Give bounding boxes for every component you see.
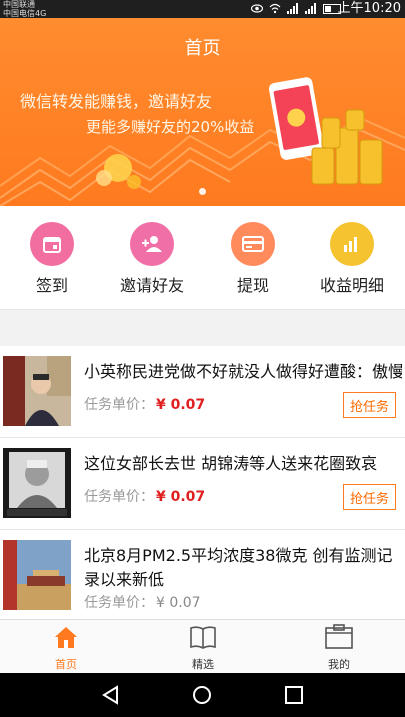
menu-label-checkin: 签到	[35, 276, 68, 295]
news-thumbnail	[3, 540, 71, 610]
carrier-info: 中国联通 中国电信4G	[3, 0, 46, 18]
tab-home[interactable]: 首页	[36, 624, 96, 672]
task-headline: 北京8月PM2.5平均浓度38微克 创有监测记录以来新低	[84, 546, 393, 589]
grab-task-button[interactable]: 抢任务	[343, 392, 396, 418]
tab-mine[interactable]: 我的	[309, 624, 369, 672]
menu-item-withdraw[interactable]: 提现	[203, 222, 303, 296]
news-thumbnail	[3, 356, 71, 426]
status-bar: 中国联通 中国电信4G 上午10:20	[0, 0, 405, 18]
price-value: ¥ 0.07	[156, 595, 201, 611]
quick-menu: 签到 邀请好友 提现 收益明细	[0, 206, 405, 310]
back-icon[interactable]	[101, 685, 121, 705]
price-label: 任务单价：	[84, 397, 154, 413]
task-price: 任务单价： ¥ 0.07	[84, 394, 205, 414]
list-item[interactable]: 北京8月PM2.5平均浓度38微克 创有监测记录以来新低 任务单价： ¥ 0.07	[0, 530, 405, 622]
price-value: ¥ 0.07	[156, 489, 206, 505]
price-value: ¥ 0.07	[156, 397, 206, 413]
grab-task-button[interactable]: 抢任务	[343, 484, 396, 510]
tab-label-mine: 我的	[328, 658, 350, 671]
tab-label-featured: 精选	[192, 658, 214, 671]
task-headline: 这位女部长去世 胡锦涛等人送来花圈致哀	[84, 454, 378, 473]
carousel-indicator[interactable]	[199, 188, 206, 195]
system-nav-bar	[0, 673, 405, 717]
task-list: 小英称民进党做不好就没人做得好遭酸：傲慢 任务单价： ¥ 0.07 抢任务 这位女…	[0, 346, 405, 622]
bottom-tab-bar: 首页 精选 我的	[0, 619, 405, 673]
task-headline: 小英称民进党做不好就没人做得好遭酸：傲慢	[84, 362, 402, 381]
bar-chart-icon	[330, 222, 374, 266]
menu-item-checkin[interactable]: 签到	[2, 222, 102, 296]
list-item[interactable]: 这位女部长去世 胡锦涛等人送来花圈致哀 任务单价： ¥ 0.07 抢任务	[0, 438, 405, 530]
clock: 上午10:20	[337, 1, 401, 16]
banner-subline: 更能多赚好友的20%收益	[86, 118, 255, 136]
menu-label-withdraw: 提现	[236, 276, 269, 295]
menu-item-invite[interactable]: 邀请好友	[102, 222, 202, 296]
task-price: 任务单价： ¥ 0.07	[84, 486, 205, 506]
status-icons	[251, 3, 341, 14]
signal-icon-2	[305, 3, 316, 14]
carrier-line-1: 中国联通	[3, 0, 35, 9]
tab-label-home: 首页	[55, 658, 77, 671]
price-label: 任务单价：	[84, 595, 154, 611]
book-icon	[190, 626, 216, 649]
menu-label-invite: 邀请好友	[119, 276, 184, 295]
card-icon	[231, 222, 275, 266]
signal-icon	[287, 3, 298, 14]
recents-icon[interactable]	[284, 685, 304, 705]
eye-icon	[251, 4, 263, 13]
promo-banner[interactable]: 首页 微信转发能赚钱，邀请好友 更能多赚好友的20%收益	[0, 18, 405, 206]
task-price: 任务单价： ¥ 0.07	[84, 592, 201, 612]
wifi-icon	[269, 3, 281, 14]
banner-headline: 微信转发能赚钱，邀请好友	[20, 92, 213, 111]
home-icon	[55, 627, 77, 648]
add-person-icon	[130, 222, 174, 266]
news-thumbnail	[3, 448, 71, 518]
calendar-icon	[30, 222, 74, 266]
clipboard-icon	[325, 624, 353, 649]
price-label: 任务单价：	[84, 489, 154, 505]
menu-item-earnings[interactable]: 收益明细	[302, 222, 402, 296]
menu-label-earnings: 收益明细	[319, 276, 384, 295]
carrier-line-2: 中国电信4G	[3, 9, 47, 18]
page-title: 首页	[184, 38, 221, 59]
tab-featured[interactable]: 精选	[173, 624, 233, 672]
list-item[interactable]: 小英称民进党做不好就没人做得好遭酸：傲慢 任务单价： ¥ 0.07 抢任务	[0, 346, 405, 438]
home-button-icon[interactable]	[192, 685, 212, 705]
